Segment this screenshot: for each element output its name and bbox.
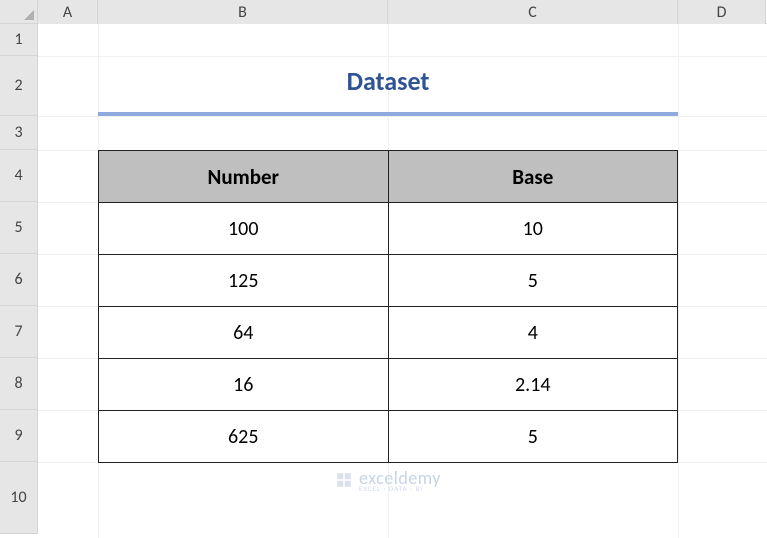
gridline [38,116,767,117]
col-header-c[interactable]: C [388,0,678,24]
table-row: 625 5 [99,411,678,463]
watermark: exceldemy EXCEL · DATA · BI [98,462,678,498]
data-table: Number Base 100 10 125 5 64 4 [98,150,678,463]
header-number[interactable]: Number [99,151,389,203]
cell-number[interactable]: 16 [99,359,389,411]
cell-base[interactable]: 5 [388,255,677,307]
table-row: 64 4 [99,307,678,359]
row-header-7[interactable]: 7 [0,306,38,358]
dataset-title: Dataset [98,56,678,116]
spreadsheet: A B C D 1 2 3 4 5 6 7 8 9 10 [0,0,767,538]
col-header-d[interactable]: D [678,0,766,24]
row-header-10[interactable]: 10 [0,462,38,534]
row-header-5[interactable]: 5 [0,202,38,254]
row-header-1[interactable]: 1 [0,24,38,56]
table-row: 16 2.14 [99,359,678,411]
col-header-b[interactable]: B [98,0,388,24]
cell-number[interactable]: 100 [99,203,389,255]
cell-base[interactable]: 5 [388,411,677,463]
row-header-4[interactable]: 4 [0,150,38,202]
column-headers: A B C D [0,0,767,24]
table-header-row: Number Base [99,151,678,203]
cell-base[interactable]: 10 [388,203,677,255]
select-all-corner[interactable] [0,0,38,24]
grid-area[interactable]: Dataset Number Base 100 10 125 5 [38,24,767,538]
logo-icon [335,471,353,489]
watermark-text: exceldemy EXCEL · DATA · BI [359,469,441,492]
cell-base[interactable]: 2.14 [388,359,677,411]
row-header-2[interactable]: 2 [0,56,38,116]
row-header-6[interactable]: 6 [0,254,38,306]
row-header-9[interactable]: 9 [0,410,38,462]
cell-number[interactable]: 125 [99,255,389,307]
watermark-sub: EXCEL · DATA · BI [359,485,423,492]
col-header-a[interactable]: A [38,0,98,24]
row-header-8[interactable]: 8 [0,358,38,410]
table-row: 125 5 [99,255,678,307]
row-header-3[interactable]: 3 [0,116,38,150]
gridline [678,24,679,538]
cell-base[interactable]: 4 [388,307,677,359]
header-base[interactable]: Base [388,151,677,203]
cell-number[interactable]: 64 [99,307,389,359]
row-headers: 1 2 3 4 5 6 7 8 9 10 [0,24,38,538]
table-row: 100 10 [99,203,678,255]
cell-number[interactable]: 625 [99,411,389,463]
